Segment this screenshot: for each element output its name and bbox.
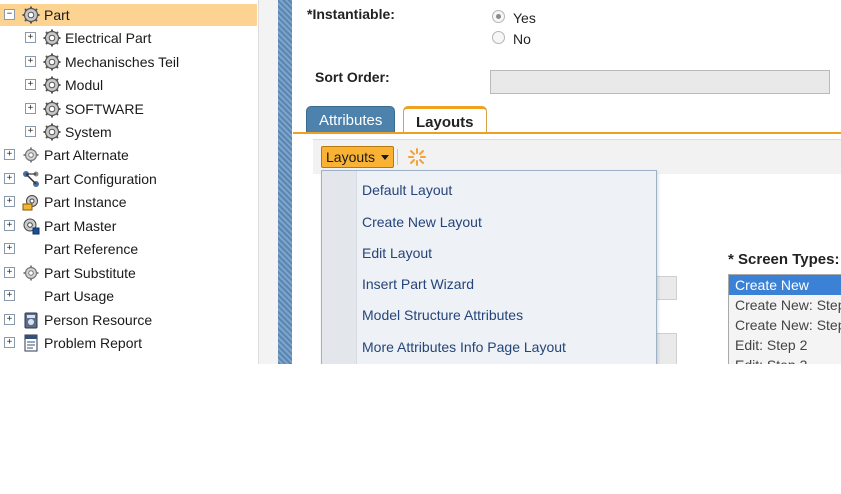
screen-type-item[interactable]: Edit: Step 2: [729, 335, 841, 355]
tree-item[interactable]: + Problem Report: [0, 332, 257, 354]
caret-down-icon: [380, 155, 389, 161]
expand-icon[interactable]: +: [4, 290, 15, 301]
report-icon: [22, 334, 40, 352]
tree-item-label: Part: [44, 7, 70, 23]
layouts-toolbar: Layouts: [313, 139, 841, 174]
layouts-menu-button[interactable]: Layouts: [321, 146, 394, 168]
tab-layouts[interactable]: Layouts: [403, 106, 487, 133]
tree-item[interactable]: + Person Resource: [0, 309, 257, 331]
layouts-button-label: Layouts: [326, 149, 376, 165]
type-details-form: *Instantiable: Yes No Sort Order: Attrib…: [293, 0, 841, 364]
gear-small-icon: [22, 146, 40, 164]
tree-item[interactable]: + Part Configuration: [0, 168, 257, 190]
tree-item[interactable]: + System: [0, 121, 257, 143]
instantiable-label: *Instantiable:: [307, 6, 395, 22]
menu-item-more-attributes-info-page-layout[interactable]: More Attributes Info Page Layout: [362, 336, 566, 358]
expand-icon[interactable]: +: [25, 126, 36, 137]
menu-item-model-structure-attributes[interactable]: Model Structure Attributes: [362, 304, 523, 326]
tree-item-label: Electrical Part: [65, 30, 152, 46]
type-tree: − Part + Electrical Part + Mechanisches Teil +…: [0, 0, 258, 364]
tree-item[interactable]: + Part Usage: [0, 285, 257, 307]
gear-icon: [43, 123, 61, 141]
panel-gap: [258, 0, 279, 364]
tree-item[interactable]: − Part: [0, 4, 257, 26]
sort-order-label: Sort Order:: [315, 69, 390, 85]
instantiable-yes-label: Yes: [513, 10, 536, 26]
tree-item[interactable]: + Modul: [0, 74, 257, 96]
instantiable-no-radio[interactable]: [492, 31, 505, 44]
expand-icon[interactable]: +: [4, 337, 15, 348]
tree-item-label: Mechanisches Teil: [65, 54, 180, 70]
gear-icon: [43, 100, 61, 118]
toolbar-separator: [397, 149, 398, 165]
instantiable-yes-radio[interactable]: [492, 10, 505, 23]
instantiable-no-label: No: [513, 31, 531, 47]
menu-item-create-new-layout[interactable]: Create New Layout: [362, 211, 482, 233]
gear-icon: [22, 6, 40, 24]
expand-icon[interactable]: +: [4, 243, 15, 254]
panel-splitter[interactable]: [278, 0, 292, 364]
expand-icon[interactable]: +: [4, 196, 15, 207]
tree-item-label: Part Master: [44, 218, 117, 234]
screen-type-item[interactable]: Create New: [729, 275, 841, 295]
expand-icon[interactable]: +: [4, 149, 15, 160]
tree-item-label: Part Alternate: [44, 147, 129, 163]
tree-item-label: Part Reference: [44, 241, 139, 257]
tab-underline: [293, 132, 841, 134]
tree-item-label: Part Usage: [44, 288, 115, 304]
tree-item[interactable]: + Electrical Part: [0, 27, 257, 49]
expand-icon[interactable]: +: [4, 173, 15, 184]
expand-icon[interactable]: +: [25, 32, 36, 43]
spinner-icon[interactable]: [407, 147, 427, 167]
part-instance-icon: [22, 193, 40, 211]
expand-icon[interactable]: +: [25, 79, 36, 90]
screen-type-item[interactable]: Create New: Step: [729, 295, 841, 315]
tree-item[interactable]: + Part Instance: [0, 191, 257, 213]
person-resource-icon: [22, 311, 40, 329]
part-master-icon: [22, 217, 40, 235]
tree-item[interactable]: + Part Master: [0, 215, 257, 237]
tree-item[interactable]: + Mechanisches Teil: [0, 51, 257, 73]
expand-icon[interactable]: +: [4, 267, 15, 278]
expand-icon[interactable]: +: [4, 314, 15, 325]
screen-types-label: * Screen Types:: [728, 251, 840, 268]
tree-item[interactable]: + Part Alternate: [0, 144, 257, 166]
screenshot-area: − Part + Electrical Part + Mechanisches Teil +…: [0, 0, 841, 364]
gear-icon: [43, 76, 61, 94]
menu-item-edit-layout[interactable]: Edit Layout: [362, 242, 432, 264]
tree-item[interactable]: + Part Substitute: [0, 262, 257, 284]
tree-item-label: Modul: [65, 77, 104, 93]
tree-item-label: Person Resource: [44, 312, 153, 328]
tab-attributes[interactable]: Attributes: [306, 106, 396, 134]
sort-order-field[interactable]: [490, 70, 830, 94]
layouts-dropdown-menu: Default Layout Create New Layout Edit La…: [321, 170, 657, 364]
tree-item-label: Problem Report: [44, 335, 143, 351]
tree-item-label: SOFTWARE: [65, 101, 144, 117]
menu-item-default-layout[interactable]: Default Layout: [362, 179, 452, 201]
menu-icon-gutter: [322, 171, 357, 364]
tree-item[interactable]: + Part Reference: [0, 238, 257, 260]
menu-item-insert-part-wizard[interactable]: Insert Part Wizard: [362, 273, 474, 295]
collapse-icon[interactable]: −: [4, 9, 15, 20]
gear-icon: [43, 53, 61, 71]
structure-icon: [22, 170, 40, 188]
screen-type-item[interactable]: Edit: Step 3: [729, 355, 841, 364]
tree-item-label: System: [65, 124, 112, 140]
tree-item-label: Part Substitute: [44, 265, 136, 281]
gear-icon: [43, 29, 61, 47]
gear-small-icon: [22, 264, 40, 282]
expand-icon[interactable]: +: [25, 103, 36, 114]
tree-item-label: Part Instance: [44, 194, 127, 210]
screen-types-list[interactable]: Create New Create New: Step Create New: …: [728, 274, 841, 364]
tree-item[interactable]: + SOFTWARE: [0, 98, 257, 120]
tree-item-label: Part Configuration: [44, 171, 157, 187]
expand-icon[interactable]: +: [4, 220, 15, 231]
screen-type-item[interactable]: Create New: Step: [729, 315, 841, 335]
expand-icon[interactable]: +: [25, 56, 36, 67]
